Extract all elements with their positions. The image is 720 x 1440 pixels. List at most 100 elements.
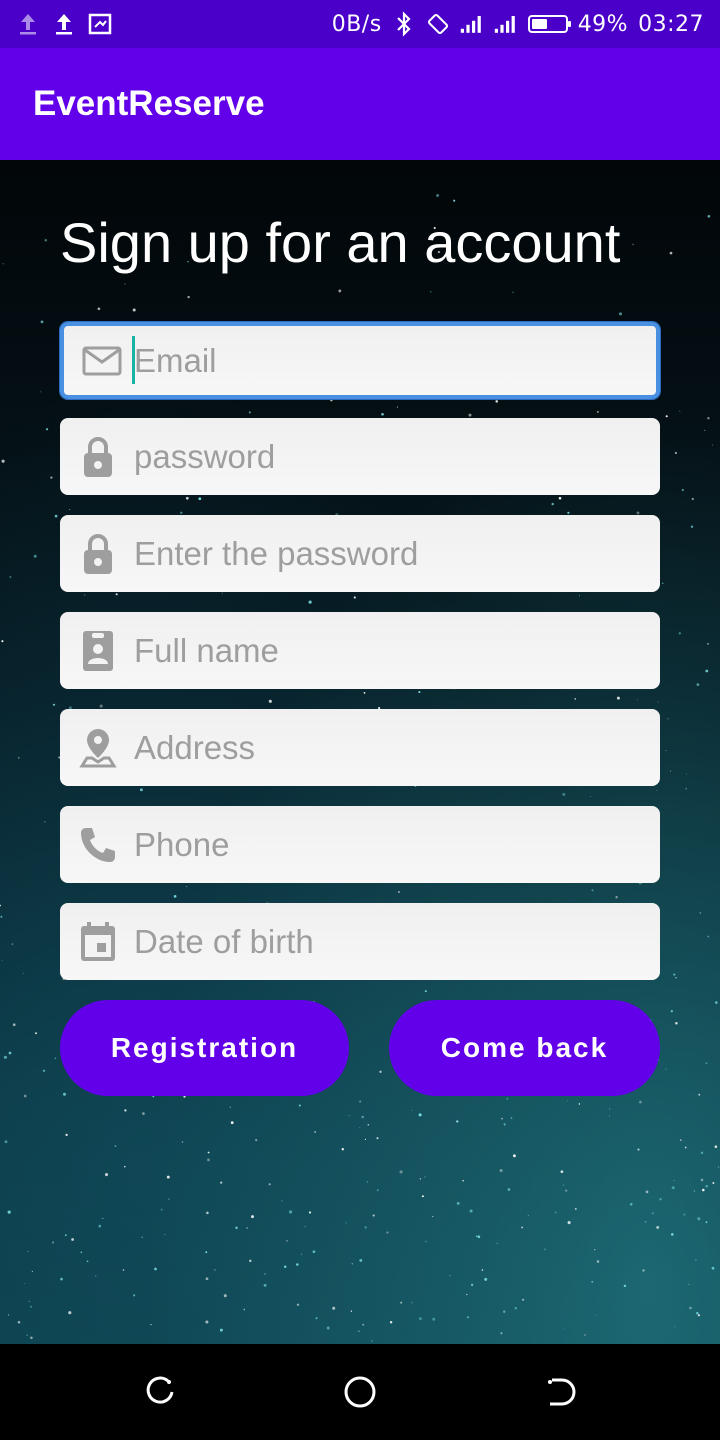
star <box>697 1217 701 1221</box>
star <box>453 199 456 202</box>
star <box>456 1120 459 1123</box>
password-input[interactable] <box>132 418 646 495</box>
app-bar: EventReserve <box>0 48 720 160</box>
star <box>0 904 1 907</box>
email-input[interactable] <box>132 326 642 395</box>
star <box>0 915 3 918</box>
star <box>512 291 514 293</box>
star <box>522 1298 525 1301</box>
phone-field[interactable] <box>60 806 660 883</box>
star <box>424 990 427 993</box>
star <box>141 1236 144 1239</box>
star <box>124 1109 127 1112</box>
star <box>286 1240 288 1242</box>
star <box>243 1308 246 1311</box>
star <box>54 514 58 518</box>
star <box>712 444 713 446</box>
text-caret <box>132 336 135 384</box>
email-field[interactable] <box>60 322 660 399</box>
star <box>351 1263 353 1265</box>
star <box>596 1314 597 1316</box>
star <box>31 1270 33 1272</box>
recents-icon[interactable] <box>142 1374 178 1410</box>
star <box>436 194 440 197</box>
star <box>696 1312 699 1315</box>
star <box>507 1188 511 1191</box>
star <box>671 1186 675 1190</box>
star <box>102 1217 104 1219</box>
confirm-password-field[interactable] <box>60 515 660 592</box>
star <box>691 497 694 501</box>
star <box>695 1258 697 1261</box>
star <box>466 1293 468 1296</box>
star <box>501 1118 503 1120</box>
star <box>574 1207 577 1210</box>
star <box>230 1121 234 1125</box>
date-of-birth-field[interactable] <box>60 903 660 980</box>
star <box>418 1113 422 1117</box>
address-field[interactable] <box>60 709 660 786</box>
star <box>350 1310 353 1312</box>
star <box>341 1148 344 1151</box>
come-back-button[interactable]: Come back <box>389 1000 660 1096</box>
star <box>122 1269 125 1271</box>
home-icon[interactable] <box>342 1374 378 1410</box>
star <box>696 683 700 686</box>
star <box>1 459 5 463</box>
star <box>651 1212 654 1215</box>
star <box>205 1320 209 1324</box>
star <box>527 1215 529 1217</box>
star <box>484 1277 488 1281</box>
star <box>697 1314 701 1317</box>
password-field[interactable] <box>60 418 660 495</box>
lock-icon <box>78 436 118 477</box>
star <box>596 410 599 413</box>
star <box>198 497 202 501</box>
star <box>629 1202 633 1206</box>
star <box>673 1180 675 1182</box>
star <box>421 1195 424 1198</box>
star <box>168 1198 170 1201</box>
star <box>51 1241 55 1244</box>
star <box>386 1231 389 1234</box>
address-input[interactable] <box>132 709 646 786</box>
star <box>495 400 498 403</box>
star <box>185 496 189 500</box>
star <box>263 1272 266 1275</box>
phone-input[interactable] <box>132 806 646 883</box>
star <box>186 886 188 887</box>
confirm-password-input[interactable] <box>132 515 646 592</box>
star <box>95 1275 97 1277</box>
star <box>371 1340 373 1342</box>
star <box>503 1123 506 1126</box>
star <box>705 1184 709 1188</box>
registration-button[interactable]: Registration <box>60 1000 349 1096</box>
star <box>609 1108 611 1110</box>
star <box>338 289 342 293</box>
full-name-input[interactable] <box>132 612 646 689</box>
star <box>425 1240 427 1243</box>
back-icon[interactable] <box>542 1374 578 1410</box>
star <box>296 1303 300 1307</box>
star <box>554 1211 557 1214</box>
star <box>679 1139 682 1141</box>
star <box>670 1010 673 1013</box>
star <box>565 1189 568 1192</box>
star <box>521 1226 524 1229</box>
star <box>475 1235 478 1238</box>
star <box>12 1023 16 1027</box>
date-of-birth-input[interactable] <box>132 903 646 980</box>
star <box>675 1022 678 1025</box>
star <box>578 1103 581 1105</box>
star <box>675 976 677 979</box>
upload-icon <box>52 12 76 36</box>
star <box>65 1133 68 1137</box>
star <box>579 595 580 597</box>
star <box>364 1138 366 1140</box>
rotate-icon <box>426 12 450 36</box>
star <box>700 1178 704 1182</box>
star <box>133 1294 136 1297</box>
star <box>7 1210 11 1214</box>
star <box>699 912 701 914</box>
full-name-field[interactable] <box>60 612 660 689</box>
